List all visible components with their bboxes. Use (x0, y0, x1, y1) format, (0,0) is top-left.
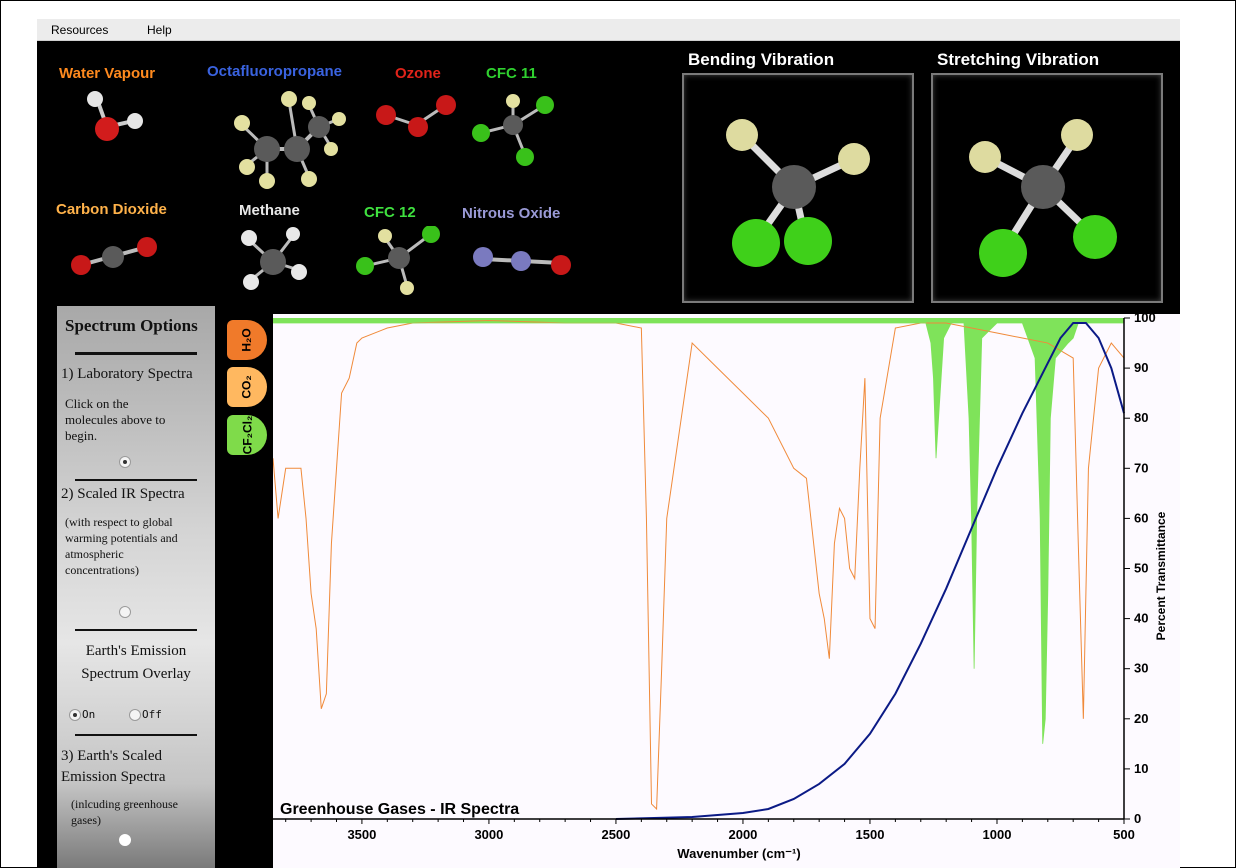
bending-vibration-title: Bending Vibration (688, 50, 835, 69)
divider (75, 734, 197, 736)
menu-bar: Resources Help (37, 19, 1180, 41)
molecule-label-octafluoropropane[interactable]: Octafluoropropane (207, 63, 342, 80)
tab-h2o-label: H₂O (240, 328, 254, 352)
tab-co2-label: CO₂ (240, 375, 254, 399)
chart-title: Greenhouse Gases - IR Spectra (280, 801, 519, 818)
x-tick-label: 1000 (983, 827, 1012, 842)
scaled-ir-hint: (with respect to global warming potential… (65, 515, 178, 577)
cfc-12-molecule[interactable] (349, 226, 449, 301)
nitrous-oxide-molecule[interactable] (469, 241, 579, 281)
laboratory-hint: Click on the molecules above to begin. (65, 396, 166, 443)
divider (75, 629, 197, 631)
options-title: Spectrum Options (65, 316, 198, 335)
emission-overlay-off-radio[interactable] (129, 709, 141, 721)
menu-help[interactable]: Help (147, 23, 172, 37)
y-tick-label: 0 (1134, 811, 1141, 826)
molecule-label-carbon-dioxide[interactable]: Carbon Dioxide (56, 201, 167, 218)
molecule-label-cfc-11[interactable]: CFC 11 (486, 65, 537, 82)
emission-overlay-off-label: Off (142, 708, 162, 721)
divider (75, 352, 197, 355)
spectrum-options-panel: Spectrum Options 1) Laboratory Spectra C… (57, 306, 215, 868)
molecule-label-cfc-12[interactable]: CFC 12 (364, 204, 416, 221)
molecule-label-methane[interactable]: Methane (239, 202, 300, 219)
emission-overlay-on-label: On (82, 708, 96, 721)
y-tick-label: 100 (1134, 310, 1156, 325)
earth-scaled-emission-radio[interactable] (119, 834, 131, 846)
water-vapour-molecule[interactable] (75, 87, 155, 147)
carbon-dioxide-molecule[interactable] (67, 231, 167, 281)
x-tick-label: 2000 (728, 827, 757, 842)
cfc-11-molecule[interactable] (469, 93, 559, 168)
x-tick-label: 2500 (601, 827, 630, 842)
x-tick-label: 1500 (856, 827, 885, 842)
menu-resources[interactable]: Resources (51, 23, 108, 37)
scaled-ir-spectra-radio[interactable] (119, 606, 131, 618)
y-tick-label: 80 (1134, 410, 1148, 425)
x-tick-label: 3500 (347, 827, 376, 842)
y-tick-label: 30 (1134, 661, 1148, 676)
divider (75, 479, 197, 481)
tab-cf2cl2[interactable]: CF₂Cl₂ (227, 415, 267, 455)
y-tick-label: 70 (1134, 460, 1148, 475)
laboratory-spectra-label: 1) Laboratory Spectra (61, 366, 193, 382)
emission-overlay-on-radio[interactable] (69, 709, 81, 721)
molecule-label-nitrous-oxide[interactable]: Nitrous Oxide (462, 205, 560, 222)
spectra-app: Water Vapour Octafluoropropane Ozone CFC… (37, 41, 1180, 868)
x-tick-label: 500 (1113, 827, 1135, 842)
x-tick-label: 3000 (474, 827, 503, 842)
bending-vibration-model (726, 119, 870, 267)
stretching-vibration-model (969, 119, 1117, 277)
ozone-molecule[interactable] (372, 93, 462, 143)
tab-h2o[interactable]: H₂O (227, 320, 267, 360)
y-tick-label: 60 (1134, 510, 1148, 525)
stretching-vibration-title: Stretching Vibration (937, 50, 1100, 69)
stretching-vibration-panel (931, 73, 1163, 303)
gas-tabs: H₂O CO₂ CF₂Cl₂ (227, 316, 273, 466)
earth-scaled-hint: (inlcuding greenhouse gases) (71, 797, 178, 827)
y-tick-label: 50 (1134, 561, 1148, 576)
y-tick-label: 20 (1134, 711, 1148, 726)
laboratory-spectra-radio[interactable] (119, 456, 131, 468)
molecule-label-ozone[interactable]: Ozone (395, 65, 441, 82)
tab-co2[interactable]: CO₂ (227, 367, 267, 407)
y-tick-label: 40 (1134, 611, 1148, 626)
tab-cf2cl2-label: CF₂Cl₂ (239, 415, 254, 455)
scaled-ir-spectra-label: 2) Scaled IR Spectra (61, 486, 185, 502)
ir-spectra-chart: 3500 3000 2500 2000 1500 1000 5000 10 20 30 40 50 60… (273, 310, 1180, 868)
methane-molecule[interactable] (237, 226, 312, 296)
bending-vibration-panel (682, 73, 914, 303)
emission-overlay-label: Earth's Emission Spectrum Overlay (81, 643, 191, 682)
x-axis-label: Wavenumber (cm⁻¹) (677, 846, 800, 861)
earth-scaled-emission-label: 3) Earth's Scaled Emission Spectra (61, 748, 166, 785)
y-axis-label: Percent Transmittance (1154, 511, 1168, 640)
octafluoropropane-molecule[interactable] (227, 87, 352, 197)
molecule-label-water-vapour[interactable]: Water Vapour (59, 65, 155, 82)
y-tick-label: 90 (1134, 360, 1148, 375)
y-tick-label: 10 (1134, 761, 1148, 776)
